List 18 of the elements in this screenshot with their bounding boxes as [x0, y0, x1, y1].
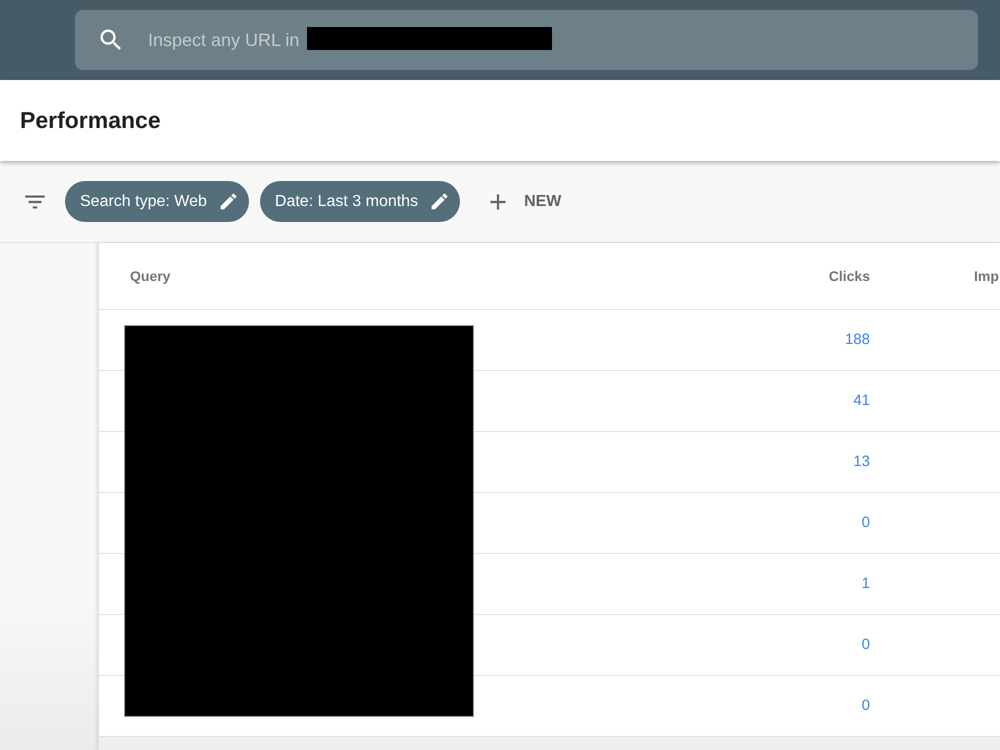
column-header[interactable]: Query	[130, 268, 170, 284]
clicks-value: 0	[862, 696, 870, 714]
page-title: Performance	[20, 106, 161, 136]
new-filter-button[interactable]: NEW	[482, 181, 564, 222]
pencil-icon	[218, 191, 239, 212]
pencil-icon	[429, 191, 450, 212]
search-input[interactable]: Inspect any URL in	[148, 20, 978, 60]
column-header[interactable]: Imp	[974, 268, 999, 284]
clicks-value: 0	[862, 514, 870, 531]
clicks-value: 13	[853, 452, 870, 470]
filter-chip[interactable]: Date: Last 3 months	[260, 181, 460, 222]
clicks-value: 188	[844, 330, 870, 348]
filter-chip[interactable]: Search type: Web	[65, 181, 249, 222]
clicks-value: 0	[862, 636, 870, 653]
search-field[interactable]: Inspect any URL in	[75, 10, 978, 70]
clicks-value: 41	[853, 392, 870, 409]
clicks-value: 1	[862, 574, 870, 592]
column-header[interactable]: Clicks	[828, 268, 870, 284]
